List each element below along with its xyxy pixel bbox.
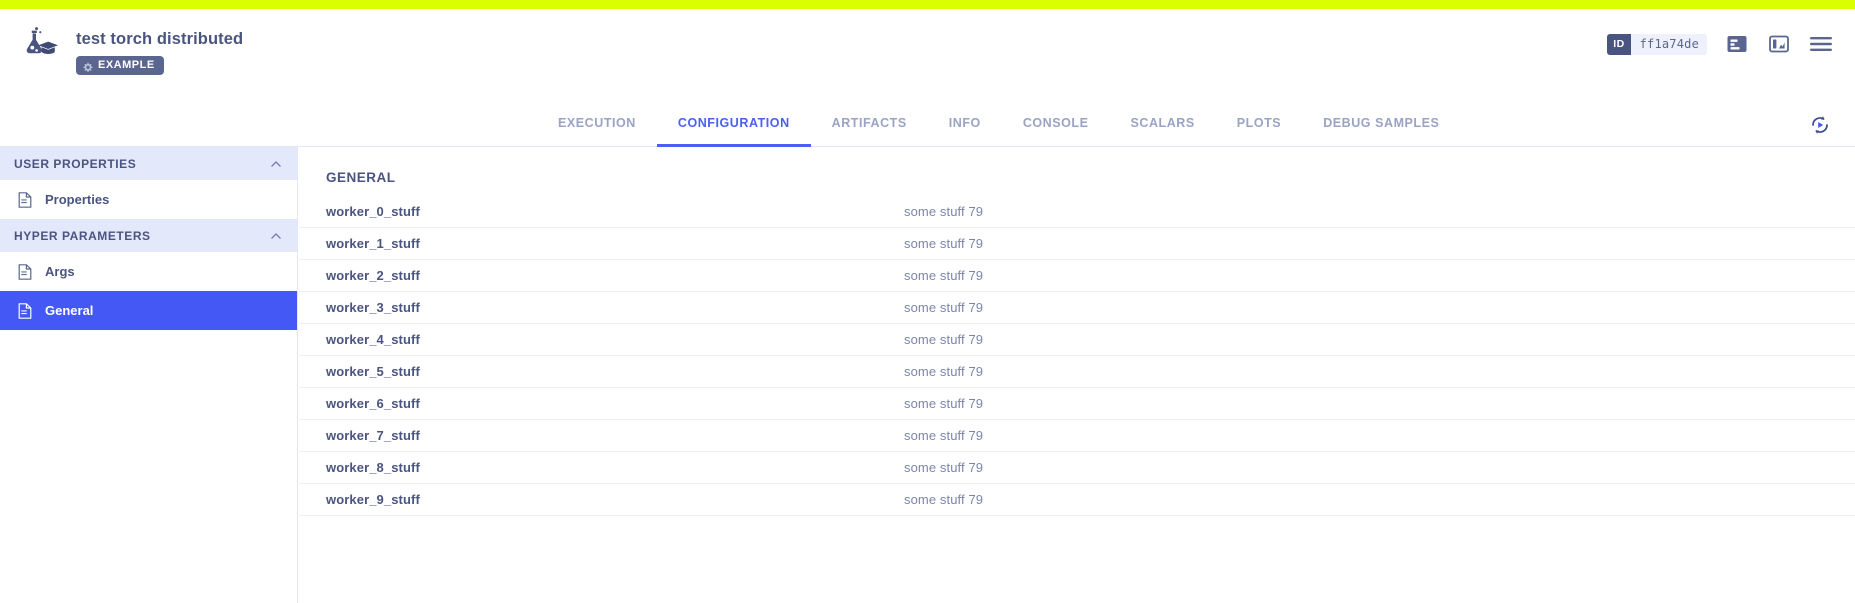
log-details-button[interactable] bbox=[1725, 32, 1749, 56]
parameter-value: some stuff 79 bbox=[904, 268, 983, 283]
parameter-key: worker_2_stuff bbox=[326, 268, 904, 283]
chevron-up-icon bbox=[269, 157, 283, 171]
parameter-key: worker_5_stuff bbox=[326, 364, 904, 379]
document-icon bbox=[18, 192, 32, 208]
tab-scalars[interactable]: SCALARS bbox=[1109, 103, 1215, 147]
table-row[interactable]: worker_8_stuff some stuff 79 bbox=[299, 452, 1855, 484]
tab-console[interactable]: CONSOLE bbox=[1002, 103, 1110, 147]
sidebar-item-label: Properties bbox=[45, 192, 109, 207]
chevron-up-icon bbox=[269, 229, 283, 243]
table-row[interactable]: worker_3_stuff some stuff 79 bbox=[299, 292, 1855, 324]
tab-bar-actions bbox=[1808, 113, 1855, 137]
gear-icon bbox=[82, 60, 93, 71]
sidebar-group-label: HYPER PARAMETERS bbox=[14, 229, 269, 243]
parameter-value: some stuff 79 bbox=[904, 236, 983, 251]
sidebar-group-hyper-parameters[interactable]: HYPER PARAMETERS bbox=[0, 219, 297, 252]
sidebar-item-properties[interactable]: Properties bbox=[0, 180, 297, 219]
parameter-value: some stuff 79 bbox=[904, 332, 983, 347]
sidebar-item-label: Args bbox=[45, 264, 75, 279]
task-id-label: ID bbox=[1607, 34, 1630, 55]
config-sidebar: USER PROPERTIES Properties HYPER PARAMET… bbox=[0, 147, 298, 603]
table-row[interactable]: worker_1_stuff some stuff 79 bbox=[299, 228, 1855, 260]
sidebar-item-args[interactable]: Args bbox=[0, 252, 297, 291]
header-actions: ID ff1a74de bbox=[1607, 9, 1855, 56]
sidebar-group-label: USER PROPERTIES bbox=[14, 157, 269, 171]
refresh-play-icon bbox=[1809, 114, 1831, 136]
table-row[interactable]: worker_4_stuff some stuff 79 bbox=[299, 324, 1855, 356]
parameter-key: worker_9_stuff bbox=[326, 492, 904, 507]
parameter-key: worker_7_stuff bbox=[326, 428, 904, 443]
section-title: GENERAL bbox=[299, 147, 1855, 185]
tab-configuration[interactable]: CONFIGURATION bbox=[657, 103, 811, 147]
parameters-table: worker_0_stuff some stuff 79 worker_1_st… bbox=[299, 196, 1855, 516]
title-block: test torch distributed EXAMPLE bbox=[76, 26, 243, 75]
parameter-value: some stuff 79 bbox=[904, 204, 983, 219]
experiment-details-page: PUBLISHED bbox=[0, 0, 1855, 603]
table-row[interactable]: worker_9_stuff some stuff 79 bbox=[299, 484, 1855, 516]
table-row[interactable]: worker_0_stuff some stuff 79 bbox=[299, 196, 1855, 228]
parameter-key: worker_1_stuff bbox=[326, 236, 904, 251]
table-row[interactable]: worker_6_stuff some stuff 79 bbox=[299, 388, 1855, 420]
parameter-value: some stuff 79 bbox=[904, 364, 983, 379]
tab-bar: EXECUTION CONFIGURATION ARTIFACTS INFO C… bbox=[0, 103, 1855, 147]
task-id-chip[interactable]: ID ff1a74de bbox=[1607, 34, 1707, 55]
split-panel-icon bbox=[1769, 35, 1789, 53]
parameter-value: some stuff 79 bbox=[904, 492, 983, 507]
tab-list: EXECUTION CONFIGURATION ARTIFACTS INFO C… bbox=[537, 103, 1460, 147]
sidebar-item-general[interactable]: General bbox=[0, 291, 297, 330]
parameter-key: worker_6_stuff bbox=[326, 396, 904, 411]
parameter-key: worker_0_stuff bbox=[326, 204, 904, 219]
page-header: test torch distributed EXAMPLE ID ff1a74… bbox=[0, 9, 1855, 103]
table-row[interactable]: worker_7_stuff some stuff 79 bbox=[299, 420, 1855, 452]
log-panel-icon bbox=[1727, 35, 1747, 53]
task-id-value: ff1a74de bbox=[1631, 34, 1707, 55]
menu-button[interactable] bbox=[1809, 32, 1833, 56]
table-row[interactable]: worker_5_stuff some stuff 79 bbox=[299, 356, 1855, 388]
tab-artifacts[interactable]: ARTIFACTS bbox=[811, 103, 928, 147]
parameter-value: some stuff 79 bbox=[904, 396, 983, 411]
example-badge-label: EXAMPLE bbox=[98, 59, 155, 72]
split-view-button[interactable] bbox=[1767, 32, 1791, 56]
tab-plots[interactable]: PLOTS bbox=[1216, 103, 1302, 147]
sidebar-group-user-properties[interactable]: USER PROPERTIES bbox=[0, 147, 297, 180]
parameter-key: worker_3_stuff bbox=[326, 300, 904, 315]
header-left: test torch distributed EXAMPLE bbox=[0, 9, 243, 75]
tab-debug-samples[interactable]: DEBUG SAMPLES bbox=[1302, 103, 1460, 147]
tab-execution[interactable]: EXECUTION bbox=[537, 103, 657, 147]
sidebar-item-label: General bbox=[45, 303, 93, 318]
table-row[interactable]: worker_2_stuff some stuff 79 bbox=[299, 260, 1855, 292]
page-title: test torch distributed bbox=[76, 30, 243, 48]
parameter-value: some stuff 79 bbox=[904, 428, 983, 443]
hamburger-icon bbox=[1810, 36, 1832, 52]
example-badge: EXAMPLE bbox=[76, 56, 164, 75]
flask-graduation-logo-icon bbox=[16, 26, 58, 60]
auto-refresh-button[interactable] bbox=[1808, 113, 1832, 137]
parameter-value: some stuff 79 bbox=[904, 460, 983, 475]
configuration-panel: GENERAL worker_0_stuff some stuff 79 wor… bbox=[299, 147, 1855, 603]
document-icon bbox=[18, 303, 32, 319]
parameter-key: worker_8_stuff bbox=[326, 460, 904, 475]
parameter-value: some stuff 79 bbox=[904, 300, 983, 315]
tab-info[interactable]: INFO bbox=[928, 103, 1002, 147]
parameter-key: worker_4_stuff bbox=[326, 332, 904, 347]
document-icon bbox=[18, 264, 32, 280]
